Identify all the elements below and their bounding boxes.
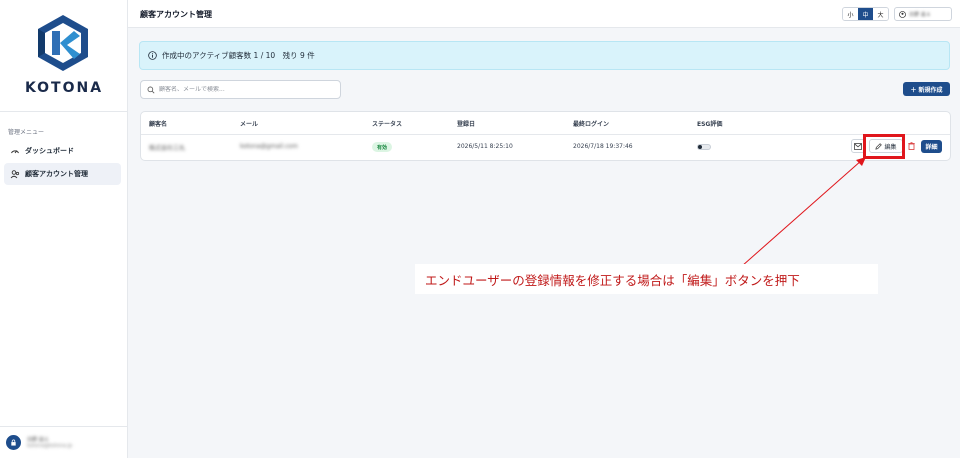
cell-email: kotona@gmail.com — [240, 143, 298, 150]
info-banner: 作成中のアクティブ顧客数 1 / 10 残り 9 件 — [139, 41, 950, 70]
search-box — [140, 80, 341, 99]
font-size-small-button[interactable]: 小 — [843, 8, 858, 20]
column-header-registered: 登録日 — [457, 121, 476, 128]
sidebar-user-email: kotona@kotona.jp — [27, 443, 73, 449]
menu-heading: 管理メニュー — [8, 129, 45, 136]
sidebar: KOTONA 管理メニュー ダッシュボード 顧客アカウント管理 日野 遥斗 ko… — [0, 0, 128, 458]
user-icon — [899, 10, 906, 18]
edit-highlight-box — [863, 134, 905, 159]
font-size-large-button[interactable]: 大 — [873, 8, 888, 20]
column-header-email: メール — [240, 121, 259, 128]
column-header-last-login: 最終ログイン — [573, 121, 610, 128]
font-size-toggle: 小 中 大 — [842, 7, 889, 21]
sidebar-item-label: 顧客アカウント管理 — [25, 170, 88, 178]
mail-icon — [854, 142, 862, 150]
annotation-callout: エンドユーザーの登録情報を修正する場合は「編集」ボタンを押下 — [415, 264, 878, 294]
status-badge: 有効 — [372, 142, 393, 152]
user-menu-button[interactable]: 日野 遥斗 — [894, 7, 952, 21]
table-divider — [141, 134, 950, 135]
logo-text: KOTONA — [24, 80, 104, 96]
trash-icon — [907, 142, 915, 150]
topbar: 顧客アカウント管理 小 中 大 日野 遥斗 — [128, 0, 960, 28]
new-customer-button[interactable]: ＋ 新規作成 — [903, 82, 950, 96]
logo-area: KOTONA — [0, 0, 128, 112]
esg-toggle[interactable] — [697, 144, 711, 150]
customer-table: 顧客名 メール ステータス 登録日 最終ログイン ESG評価 株式会社三丸 ko… — [140, 111, 951, 161]
user-menu-name: 日野 遥斗 — [909, 11, 931, 18]
search-input[interactable] — [159, 86, 329, 93]
cell-customer-name: 株式会社三丸 — [149, 145, 186, 152]
column-header-status: ステータス — [372, 121, 403, 128]
delete-button[interactable] — [906, 140, 916, 152]
info-icon — [148, 51, 157, 60]
sidebar-user-name: 日野 遥斗 — [27, 437, 49, 443]
kotona-logo-icon — [38, 15, 88, 71]
users-icon — [10, 169, 20, 179]
search-icon — [147, 86, 155, 93]
lock-icon — [6, 435, 21, 450]
sidebar-item-customer-accounts[interactable]: 顧客アカウント管理 — [4, 163, 121, 185]
sidebar-item-dashboard[interactable]: ダッシュボード — [4, 140, 121, 162]
page-title: 顧客アカウント管理 — [140, 10, 212, 19]
font-size-medium-button[interactable]: 中 — [858, 8, 873, 20]
speedometer-icon — [10, 146, 20, 156]
cell-registered: 2026/5/11 8:25:10 — [457, 143, 513, 150]
column-header-name: 顧客名 — [149, 121, 168, 128]
cell-last-login: 2026/7/18 19:37:46 — [573, 143, 633, 150]
banner-text: 作成中のアクティブ顧客数 1 / 10 残り 9 件 — [162, 51, 315, 60]
sidebar-user[interactable]: 日野 遥斗 kotona@kotona.jp — [0, 426, 128, 458]
detail-button[interactable]: 詳細 — [921, 140, 942, 153]
sidebar-item-label: ダッシュボード — [25, 147, 74, 155]
column-header-esg: ESG評価 — [697, 121, 723, 128]
